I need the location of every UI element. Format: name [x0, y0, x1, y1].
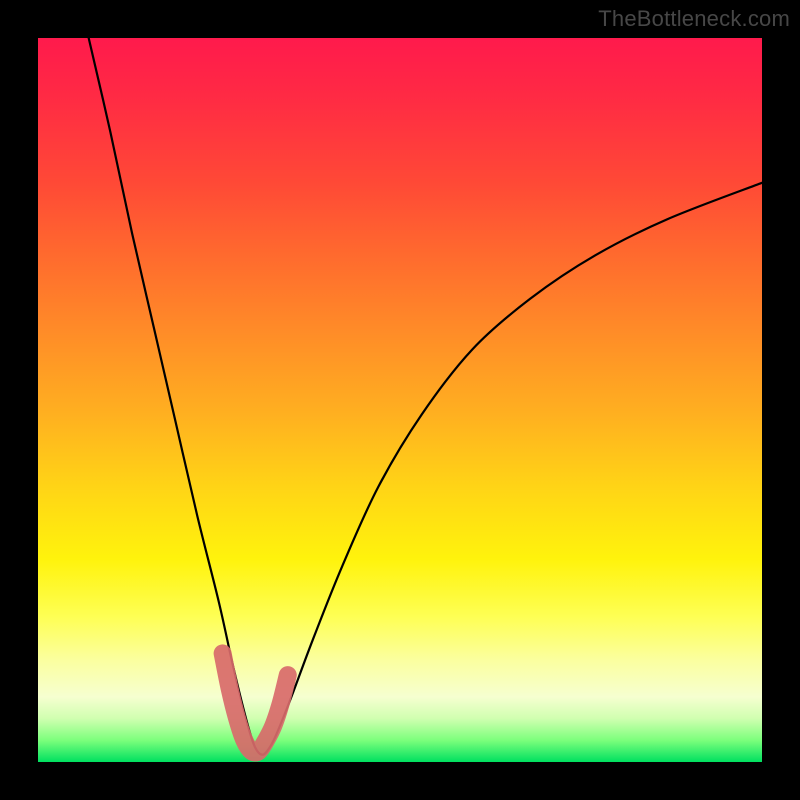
- watermark-text: TheBottleneck.com: [598, 6, 790, 32]
- plot-area: [38, 38, 762, 762]
- chart-frame: TheBottleneck.com: [0, 0, 800, 800]
- curve-layer: [38, 38, 762, 762]
- optimal-range-marker: [223, 653, 288, 752]
- bottleneck-curve-path: [89, 38, 762, 755]
- bottleneck-curve: [89, 38, 762, 755]
- optimal-range-marker-path: [223, 653, 288, 752]
